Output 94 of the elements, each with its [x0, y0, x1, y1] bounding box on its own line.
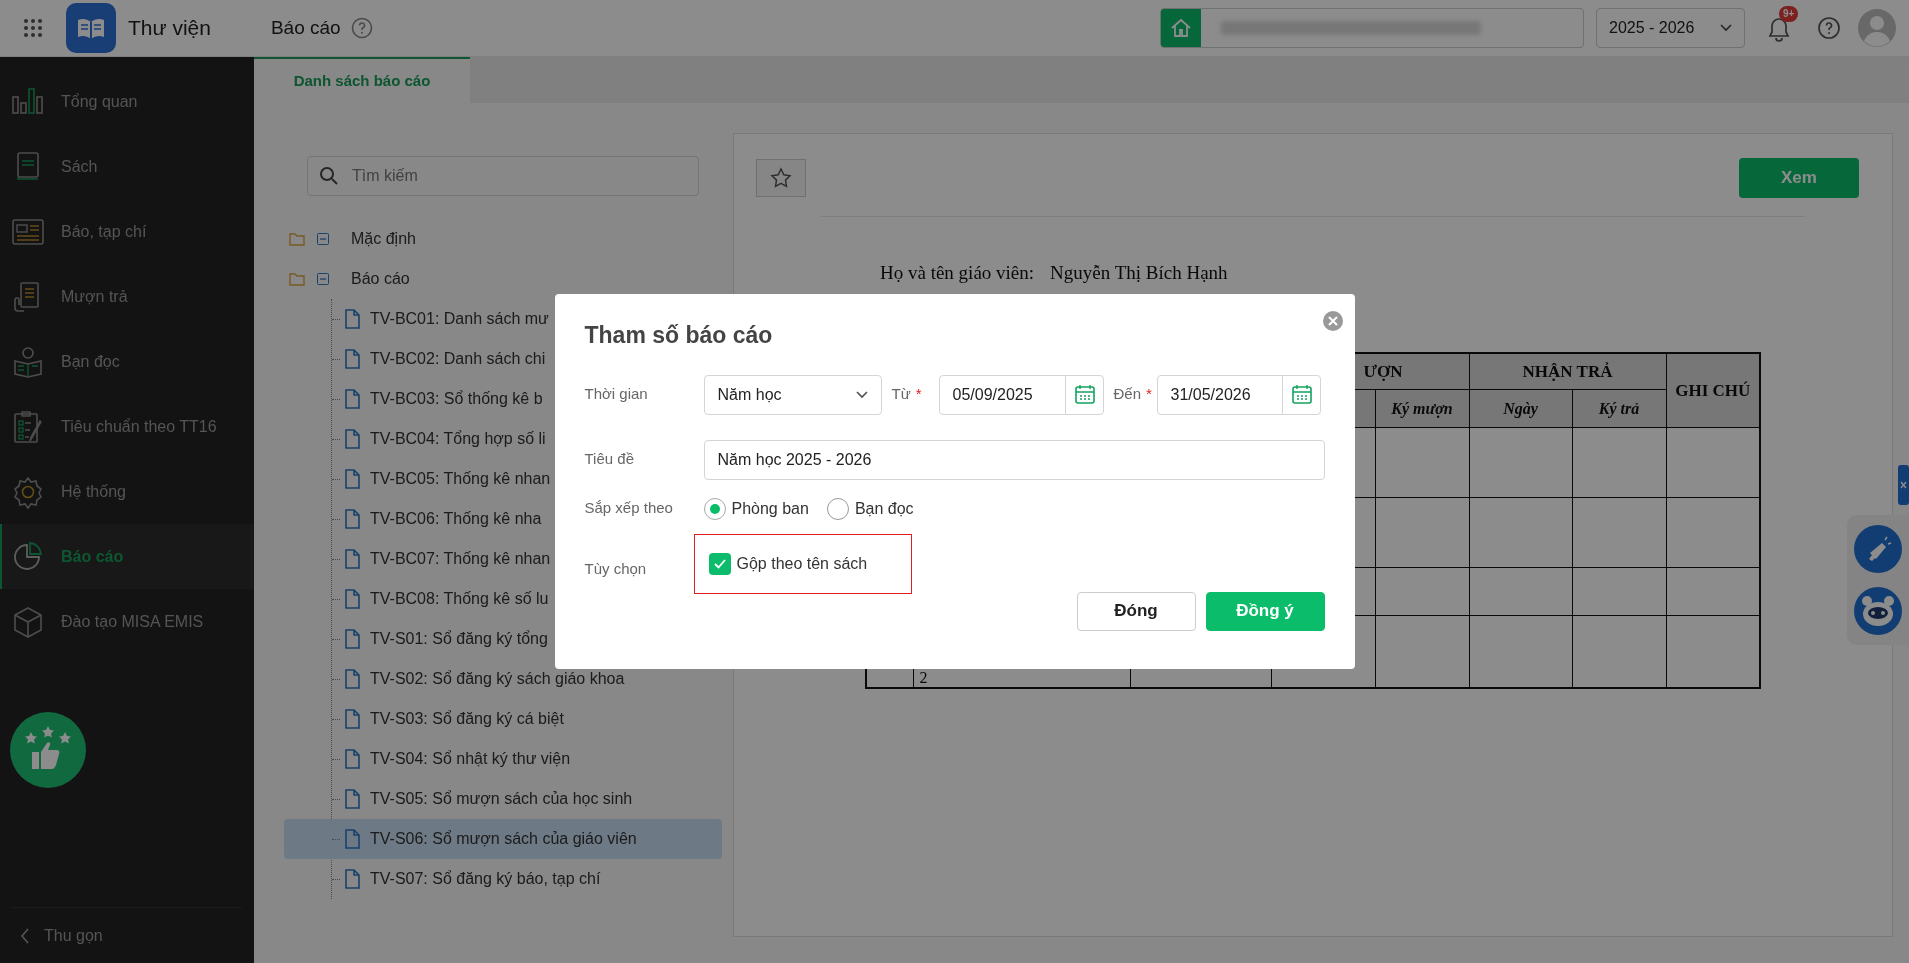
confirm-button[interactable]: Đồng ý	[1205, 591, 1325, 631]
tree-folder[interactable]: Mặc định	[254, 219, 733, 259]
report-item[interactable]: TV-S03: Sổ đăng ký cá biệt	[284, 699, 722, 739]
field-label: Thời gian	[584, 384, 649, 405]
document-icon	[344, 869, 360, 889]
help-icon[interactable]	[350, 17, 373, 39]
tree-folder[interactable]: Báo cáo	[254, 259, 733, 299]
bell-icon[interactable]	[1767, 16, 1791, 42]
notification-badge: 9+	[1779, 6, 1799, 22]
document-icon	[344, 509, 360, 529]
table-header: Ngày	[1503, 399, 1538, 417]
search-icon	[319, 166, 339, 186]
report-item[interactable]: TV-S04: Sổ nhật ký thư viện	[284, 739, 722, 779]
document-icon	[344, 549, 360, 569]
field-label: Tùy chọn	[584, 558, 648, 579]
sidebar-item[interactable]: Đào tạo MISA EMIS	[0, 589, 254, 654]
clipboard-checklist-icon	[11, 409, 45, 444]
field-label: Từ	[891, 384, 911, 405]
table-cell-text: 2	[919, 668, 928, 686]
robot-face-icon[interactable]	[1854, 587, 1902, 635]
collapse-button[interactable]: Thu gọn	[12, 907, 242, 963]
cube-icon	[11, 604, 45, 639]
document-icon	[344, 749, 360, 769]
radio-option[interactable]: Bạn đọc	[826, 496, 914, 521]
thumbs-up-stars-icon[interactable]	[10, 712, 86, 788]
dialog-title: Tham số báo cáo	[584, 321, 774, 350]
table-header: ƯỢN	[1363, 361, 1403, 381]
document-icon	[344, 709, 360, 729]
required-mark: *	[915, 384, 922, 405]
document-icon	[344, 589, 360, 609]
document-icon	[344, 349, 360, 369]
teacher-label: Họ và tên giáo viên:	[880, 261, 1035, 285]
app-title: Thư viện	[128, 15, 211, 42]
apps-grid-icon[interactable]	[23, 18, 43, 38]
date-field[interactable]: 05/09/2025	[938, 374, 1104, 415]
document-icon	[344, 429, 360, 449]
folder-icon	[289, 232, 305, 246]
avatar-icon[interactable]	[1857, 8, 1897, 48]
date-field[interactable]: 31/05/2026	[1156, 374, 1321, 415]
person-reading-icon	[11, 344, 45, 379]
book-logo-icon	[66, 3, 116, 53]
star-icon	[770, 167, 792, 189]
table-header: NHẬN TRẢ	[1522, 361, 1613, 381]
chevron-down-icon	[1720, 24, 1732, 32]
radio-option[interactable]: Phòng ban	[703, 496, 809, 521]
favorite-button[interactable]	[756, 159, 806, 197]
gear-icon	[11, 474, 45, 509]
sidebar-item[interactable]: Hệ thống	[0, 459, 254, 524]
chevron-left-icon	[20, 927, 30, 944]
report-item[interactable]: TV-S07: Sổ đăng ký báo, tạp chí	[284, 859, 722, 899]
document-icon	[344, 629, 360, 649]
collapse-icon[interactable]	[317, 273, 329, 285]
period-select[interactable]: Năm học	[703, 374, 882, 415]
folder-icon	[289, 272, 305, 286]
sidebar-item[interactable]: Tiêu chuẩn theo TT16	[0, 394, 254, 459]
sidebar-item[interactable]: Bạn đọc	[0, 329, 254, 394]
close-icon[interactable]	[1322, 311, 1343, 331]
document-icon	[344, 389, 360, 409]
search-field[interactable]: Tìm kiếm	[307, 156, 699, 196]
document-icon	[344, 469, 360, 489]
document-icon	[344, 309, 360, 329]
report-item[interactable]: TV-S06: Sổ mượn sách của giáo viên	[284, 819, 722, 859]
field-label: Tiêu đề	[584, 449, 635, 470]
report-item[interactable]: TV-S01: Sổ đăng ký tổng	[284, 619, 722, 659]
collapse-icon[interactable]	[317, 233, 329, 245]
required-mark: *	[1146, 384, 1152, 405]
school-select[interactable]	[1160, 8, 1584, 48]
school-year-value: 2025 - 2026	[1609, 18, 1695, 38]
document-icon	[344, 829, 360, 849]
report-item[interactable]: TV-BC08: Thống kê số lu	[284, 579, 722, 619]
table-header: Ký trả	[1598, 399, 1640, 417]
field-label: Sắp xếp theo	[584, 498, 674, 519]
field-label: Đến	[1113, 384, 1142, 405]
report-list-tab[interactable]: Danh sách báo cáo	[254, 57, 470, 103]
document-icon	[344, 789, 360, 809]
report-title-field[interactable]: Năm học 2025 - 2026	[703, 439, 1325, 480]
sidebar-item[interactable]: Mượn trả	[0, 264, 254, 329]
chevron-down-icon	[855, 390, 868, 399]
page-title: Báo cáo	[270, 15, 341, 40]
table-header: Ký mượn	[1391, 399, 1453, 417]
close-button[interactable]: Đóng	[1076, 591, 1196, 631]
home-icon	[1161, 9, 1201, 47]
checkbox-option[interactable]: Gộp theo tên sách	[708, 551, 868, 576]
school-year-select[interactable]: 2025 - 2026	[1596, 8, 1745, 48]
sidebar-item[interactable]: Sách	[0, 134, 254, 199]
sidebar-item[interactable]: Tổng quan	[0, 69, 254, 134]
document-icon	[344, 669, 360, 689]
report-item[interactable]: TV-S02: Sổ đăng ký sách giáo khoa	[284, 659, 722, 699]
checkmark-icon	[713, 558, 726, 569]
teacher-name: Nguyễn Thị Bích Hạnh	[1050, 261, 1228, 285]
sidebar-item[interactable]: Báo, tạp chí	[0, 199, 254, 264]
report-item[interactable]: TV-S05: Sổ mượn sách của học sinh	[284, 779, 722, 819]
table-header: GHI CHÚ	[1675, 380, 1751, 400]
help-icon[interactable]	[1817, 16, 1841, 40]
